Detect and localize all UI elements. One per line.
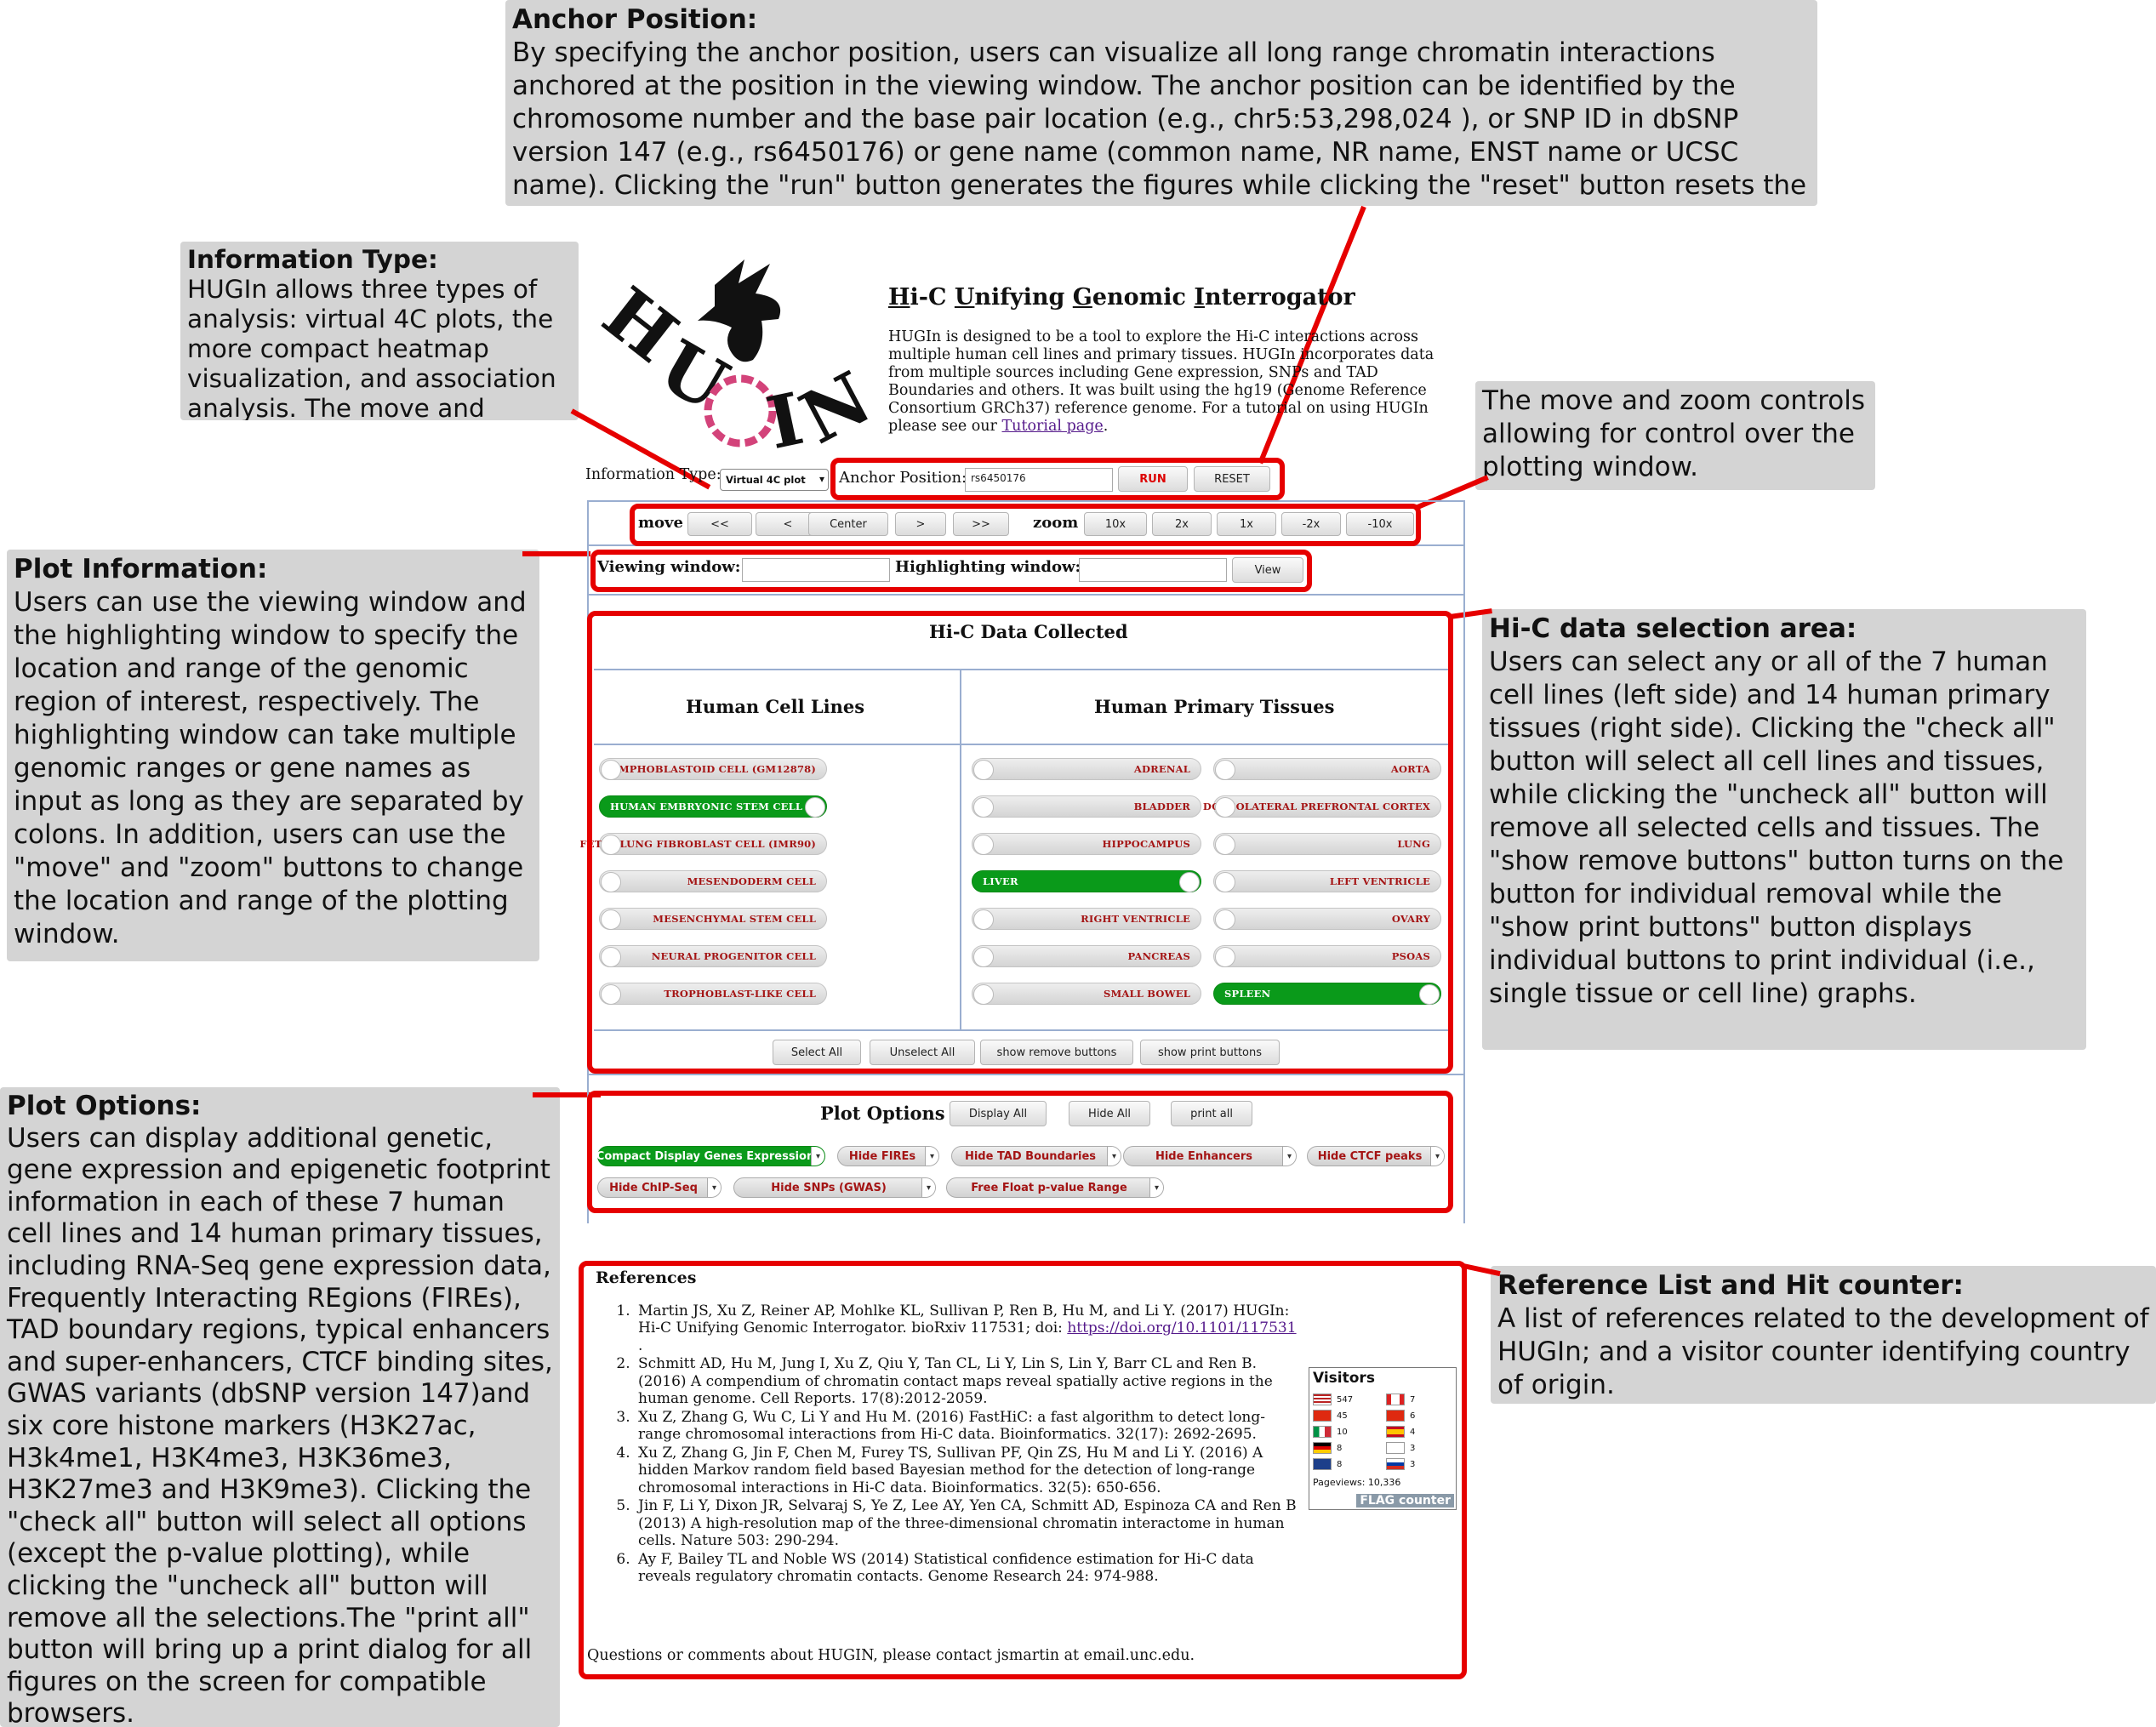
note-move-zoom: The move and zoom controls allowing for … <box>1475 381 1875 490</box>
site-description: HUGIn is designed to be a tool to explor… <box>888 328 1434 435</box>
highlight-references <box>579 1261 1467 1679</box>
info-type-label: Information Type: <box>585 466 722 483</box>
highlight-plot-info <box>590 550 1312 592</box>
note-plot-information: Plot Information: Users can use the view… <box>7 550 539 961</box>
info-type-select[interactable]: Virtual 4C plot <box>720 469 829 491</box>
note-body: A list of references related to the deve… <box>1497 1303 2149 1400</box>
note-title: Information Type: <box>187 245 438 274</box>
note-information-type: Information Type: HUGIn allows three typ… <box>180 242 579 420</box>
note-body: Users can use the viewing window and the… <box>14 587 527 949</box>
connector-plot-info <box>522 551 590 556</box>
rule <box>587 1074 1465 1075</box>
note-title: Plot Information: <box>14 554 268 584</box>
note-title: Anchor Position: <box>512 4 758 35</box>
note-body: By specifying the anchor position, users… <box>512 37 1807 206</box>
note-body: HUGIn allows three types of analysis: vi… <box>187 275 556 420</box>
note-anchor-position: Anchor Position: By specifying the ancho… <box>505 0 1817 206</box>
note-body: Users can select any or all of the 7 hum… <box>1489 647 2064 1009</box>
note-title: Plot Options: <box>7 1091 202 1121</box>
note-hic-selection: Hi-C data selection area: Users can sele… <box>1482 609 2086 1050</box>
tutorial-link[interactable]: Tutorial page <box>1002 418 1104 435</box>
hugin-logo: H U I N <box>596 259 876 455</box>
highlight-hic-area <box>587 611 1453 1074</box>
note-title: Reference List and Hit counter: <box>1497 1270 1964 1301</box>
frame-top-rule <box>587 500 1465 502</box>
note-plot-options: Plot Options: Users can display addition… <box>0 1087 560 1727</box>
highlight-move-zoom <box>630 504 1421 546</box>
highlight-plot-options <box>587 1091 1453 1213</box>
site-title: Hi-C Unifying Genomic Interrogator <box>888 284 1355 311</box>
highlight-anchor-controls <box>830 458 1285 500</box>
note-body: Users can display additional genetic, ge… <box>7 1122 553 1727</box>
note-body: The move and zoom controls allowing for … <box>1482 385 1865 482</box>
note-references: Reference List and Hit counter: A list o… <box>1491 1266 2156 1404</box>
note-title: Hi-C data selection area: <box>1489 613 1857 644</box>
rule <box>587 594 1465 596</box>
